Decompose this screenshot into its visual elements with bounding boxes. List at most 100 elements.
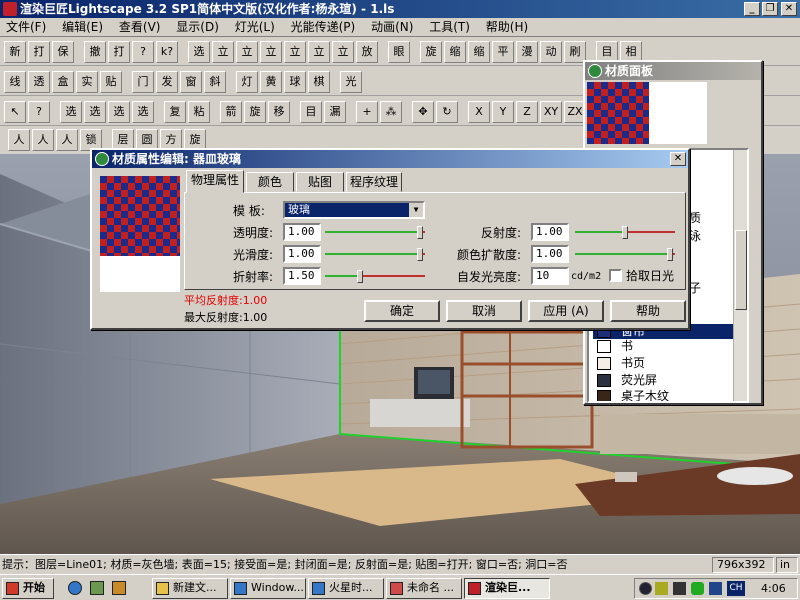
tool-row2-5-icon[interactable]: 门 bbox=[132, 71, 154, 93]
tool-row2-11-icon[interactable]: 球 bbox=[284, 71, 306, 93]
tool-row1-8-icon[interactable]: 立方体 bbox=[212, 41, 234, 63]
tool-row1-7-icon[interactable]: 选择 bbox=[188, 41, 210, 63]
reflectance-slider[interactable] bbox=[575, 226, 675, 239]
tool-row4-1-icon[interactable]: 人 bbox=[32, 129, 54, 151]
tool-row3-18-icon[interactable]: Y bbox=[492, 101, 514, 123]
tool-row1-13-icon[interactable]: 立方体 bbox=[332, 41, 354, 63]
tool-row2-10-icon[interactable]: 黄 bbox=[260, 71, 282, 93]
reflectance-input[interactable]: 1.00 bbox=[531, 223, 569, 241]
tool-row1-17-icon[interactable]: 缩放+ bbox=[444, 41, 466, 63]
tool-row1-14-icon[interactable]: 放大镜 bbox=[356, 41, 378, 63]
tab-texture[interactable]: 贴图 bbox=[296, 172, 344, 192]
tool-row2-6-icon[interactable]: 发光 bbox=[156, 71, 178, 93]
tab-color[interactable]: 颜色 bbox=[246, 172, 294, 192]
tray-icon[interactable] bbox=[691, 582, 704, 595]
tool-row2-0-icon[interactable]: 线框 bbox=[4, 71, 26, 93]
tool-row2-12-icon[interactable]: 棋盘 bbox=[308, 71, 330, 93]
menu-view[interactable]: 查看(V) bbox=[113, 18, 167, 37]
tool-row3-0-icon[interactable]: ↖ bbox=[4, 101, 26, 123]
tool-row1-6-icon[interactable]: k? bbox=[156, 41, 178, 63]
tool-row3-1-icon[interactable]: ? bbox=[28, 101, 50, 123]
task-lightscape[interactable]: 渲染巨... bbox=[464, 578, 550, 599]
tool-row3-8-icon[interactable]: 箭 bbox=[220, 101, 242, 123]
tool-row1-10-icon[interactable]: 立方体 bbox=[260, 41, 282, 63]
ie-quicklaunch-icon[interactable] bbox=[68, 581, 82, 595]
tool-row3-19-icon[interactable]: Z bbox=[516, 101, 538, 123]
task-new-folder[interactable]: 新建文... bbox=[152, 578, 228, 599]
task-untitled[interactable]: 未命名 ... bbox=[386, 578, 462, 599]
tool-row3-5-icon[interactable]: 选 bbox=[132, 101, 154, 123]
smoothness-input[interactable]: 1.00 bbox=[283, 245, 321, 263]
tool-row2-9-icon[interactable]: 灯 bbox=[236, 71, 258, 93]
tool-row1-20-icon[interactable]: 漫游 bbox=[516, 41, 538, 63]
tool-row1-5-icon[interactable]: ? bbox=[132, 41, 154, 63]
tool-row2-2-icon[interactable]: 盒 bbox=[52, 71, 74, 93]
tool-row3-12-icon[interactable]: 漏 bbox=[324, 101, 346, 123]
minimize-button[interactable]: _ bbox=[744, 2, 760, 16]
tool-row1-1-icon[interactable]: 打开 bbox=[28, 41, 50, 63]
tool-row1-11-icon[interactable]: 立方体 bbox=[284, 41, 306, 63]
tool-row1-4-icon[interactable]: 打印 bbox=[108, 41, 130, 63]
tab-physical[interactable]: 物理属性 bbox=[186, 170, 244, 193]
close-button[interactable]: ✕ bbox=[781, 2, 797, 16]
task-windows[interactable]: Window... bbox=[230, 578, 306, 599]
tool-row2-4-icon[interactable]: 贴图 bbox=[100, 71, 122, 93]
ok-button[interactable]: 确定 bbox=[364, 300, 440, 322]
tool-row2-13-icon[interactable]: 光 bbox=[340, 71, 362, 93]
tool-row1-18-icon[interactable]: 缩放- bbox=[468, 41, 490, 63]
apply-button[interactable]: 应用 (A) bbox=[528, 300, 604, 322]
cancel-button[interactable]: 取消 bbox=[446, 300, 522, 322]
tab-procedural[interactable]: 程序纹理 bbox=[346, 172, 402, 192]
color-bleed-slider[interactable] bbox=[575, 248, 675, 261]
language-indicator[interactable]: CH bbox=[727, 581, 745, 596]
refraction-slider[interactable] bbox=[325, 270, 425, 283]
menu-tools[interactable]: 工具(T) bbox=[423, 18, 476, 37]
chevron-down-icon[interactable]: ▼ bbox=[409, 203, 423, 217]
tool-row3-7-icon[interactable]: 粘贴 bbox=[188, 101, 210, 123]
tool-row3-10-icon[interactable]: 移 bbox=[268, 101, 290, 123]
transparency-slider[interactable] bbox=[325, 226, 425, 239]
menu-animation[interactable]: 动画(N) bbox=[365, 18, 419, 37]
material-item-book[interactable]: 书 bbox=[593, 339, 747, 354]
tool-row1-15-icon[interactable]: 眼睛 bbox=[388, 41, 410, 63]
emission-input[interactable]: 10 bbox=[531, 267, 569, 285]
menu-file[interactable]: 文件(F) bbox=[0, 18, 52, 37]
material-item-page[interactable]: 书页 bbox=[593, 356, 747, 371]
tool-row3-3-icon[interactable]: 选 bbox=[84, 101, 106, 123]
tool-row1-2-icon[interactable]: 保存 bbox=[52, 41, 74, 63]
tool-row3-2-icon[interactable]: 选 bbox=[60, 101, 82, 123]
material-item-table-wood[interactable]: 桌子木纹 bbox=[593, 389, 747, 401]
menu-radiosity[interactable]: 光能传递(P) bbox=[285, 18, 362, 37]
task-mars[interactable]: 火星时... bbox=[308, 578, 384, 599]
desktop-quicklaunch-icon[interactable] bbox=[90, 581, 104, 595]
start-button[interactable]: 开始 bbox=[2, 578, 54, 599]
tool-row3-16-icon[interactable]: ↻ bbox=[436, 101, 458, 123]
menu-display[interactable]: 显示(D) bbox=[170, 18, 225, 37]
tool-row3-11-icon[interactable]: 目 bbox=[300, 101, 322, 123]
menu-help[interactable]: 帮助(H) bbox=[480, 18, 534, 37]
tool-row3-14-icon[interactable]: ⁂ bbox=[380, 101, 402, 123]
tool-row1-0-icon[interactable]: 新建 bbox=[4, 41, 26, 63]
transparency-input[interactable]: 1.00 bbox=[283, 223, 321, 241]
tool-row3-20-icon[interactable]: XY bbox=[540, 101, 562, 123]
tool-row4-2-icon[interactable]: 人 bbox=[56, 129, 78, 151]
template-select[interactable]: 玻璃 ▼ bbox=[283, 201, 425, 219]
material-editor-close-button[interactable]: ✕ bbox=[670, 152, 686, 166]
tool-row2-7-icon[interactable]: 窗 bbox=[180, 71, 202, 93]
speaker-icon[interactable] bbox=[655, 582, 668, 595]
tool-row3-4-icon[interactable]: 选 bbox=[108, 101, 130, 123]
daylight-checkbox[interactable] bbox=[609, 269, 622, 282]
tool-row1-12-icon[interactable]: 立方体 bbox=[308, 41, 330, 63]
tool-row2-3-icon[interactable]: 实体 bbox=[76, 71, 98, 93]
material-item-screen[interactable]: 荧光屏 bbox=[593, 373, 747, 388]
help-button[interactable]: 帮助 bbox=[610, 300, 686, 322]
refraction-input[interactable]: 1.50 bbox=[283, 267, 321, 285]
scroll-thumb[interactable] bbox=[735, 230, 747, 310]
menu-light[interactable]: 灯光(L) bbox=[229, 18, 281, 37]
tool-row3-15-icon[interactable]: ✥ bbox=[412, 101, 434, 123]
maximize-button[interactable]: ❐ bbox=[762, 2, 778, 16]
tool-row1-9-icon[interactable]: 立方体 bbox=[236, 41, 258, 63]
tool-row1-3-icon[interactable]: 撤销 bbox=[84, 41, 106, 63]
tool-row1-21-icon[interactable]: 动画 bbox=[540, 41, 562, 63]
tool-row3-13-icon[interactable]: + bbox=[356, 101, 378, 123]
